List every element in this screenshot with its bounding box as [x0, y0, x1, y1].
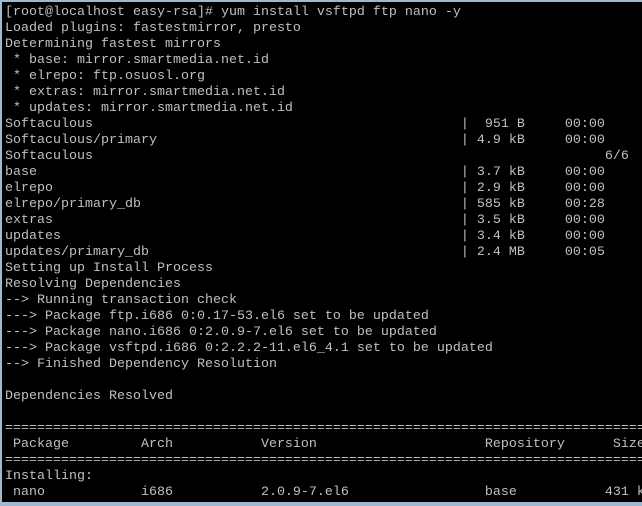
terminal-line: Softaculous | 951 B 00:00: [5, 117, 605, 132]
terminal-line: ========================================…: [5, 421, 642, 436]
terminal-line: updates | 3.4 kB 00:00: [5, 229, 605, 244]
terminal-line: Softaculous 6/6: [5, 149, 629, 164]
terminal-line: ---> Package ftp.i686 0:0.17-53.el6 set …: [5, 309, 429, 324]
terminal-line: ---> Package nano.i686 0:2.0.9-7.el6 set…: [5, 325, 437, 340]
terminal-line: * base: mirror.smartmedia.net.id: [5, 53, 269, 68]
terminal-line: Installing:: [5, 469, 93, 484]
terminal-line: Package Arch Version Repository Size: [5, 437, 642, 452]
terminal-line: nano i686 2.0.9-7.el6 base 431 k: [5, 485, 642, 500]
terminal-line: Softaculous/primary | 4.9 kB 00:00: [5, 133, 605, 148]
terminal-line: --> Finished Dependency Resolution: [5, 357, 277, 372]
terminal-line: Loaded plugins: fastestmirror, presto: [5, 21, 301, 36]
terminal-line: * extras: mirror.smartmedia.net.id: [5, 85, 285, 100]
terminal-line: --> Running transaction check: [5, 293, 237, 308]
terminal-output: [root@localhost easy-rsa]# yum install v…: [5, 5, 642, 501]
terminal-line: updates/primary_db | 2.4 MB 00:05: [5, 245, 605, 260]
command-line: [root@localhost easy-rsa]# yum install v…: [5, 5, 461, 20]
terminal-line: Setting up Install Process: [5, 261, 213, 276]
terminal-line: base | 3.7 kB 00:00: [5, 165, 605, 180]
terminal-line: * elrepo: ftp.osuosl.org: [5, 69, 205, 84]
terminal-line: ---> Package vsftpd.i686 0:2.2.2-11.el6_…: [5, 341, 493, 356]
terminal-line: elrepo/primary_db | 585 kB 00:28: [5, 197, 605, 212]
terminal-line: Dependencies Resolved: [5, 389, 173, 404]
terminal-line: Determining fastest mirrors: [5, 37, 221, 52]
terminal-line: ========================================…: [5, 453, 642, 468]
terminal-window[interactable]: [root@localhost easy-rsa]# yum install v…: [2, 2, 642, 502]
terminal-line: * updates: mirror.smartmedia.net.id: [5, 101, 293, 116]
terminal-line: Resolving Dependencies: [5, 277, 181, 292]
terminal-line: extras | 3.5 kB 00:00: [5, 213, 605, 228]
terminal-line: elrepo | 2.9 kB 00:00: [5, 181, 605, 196]
